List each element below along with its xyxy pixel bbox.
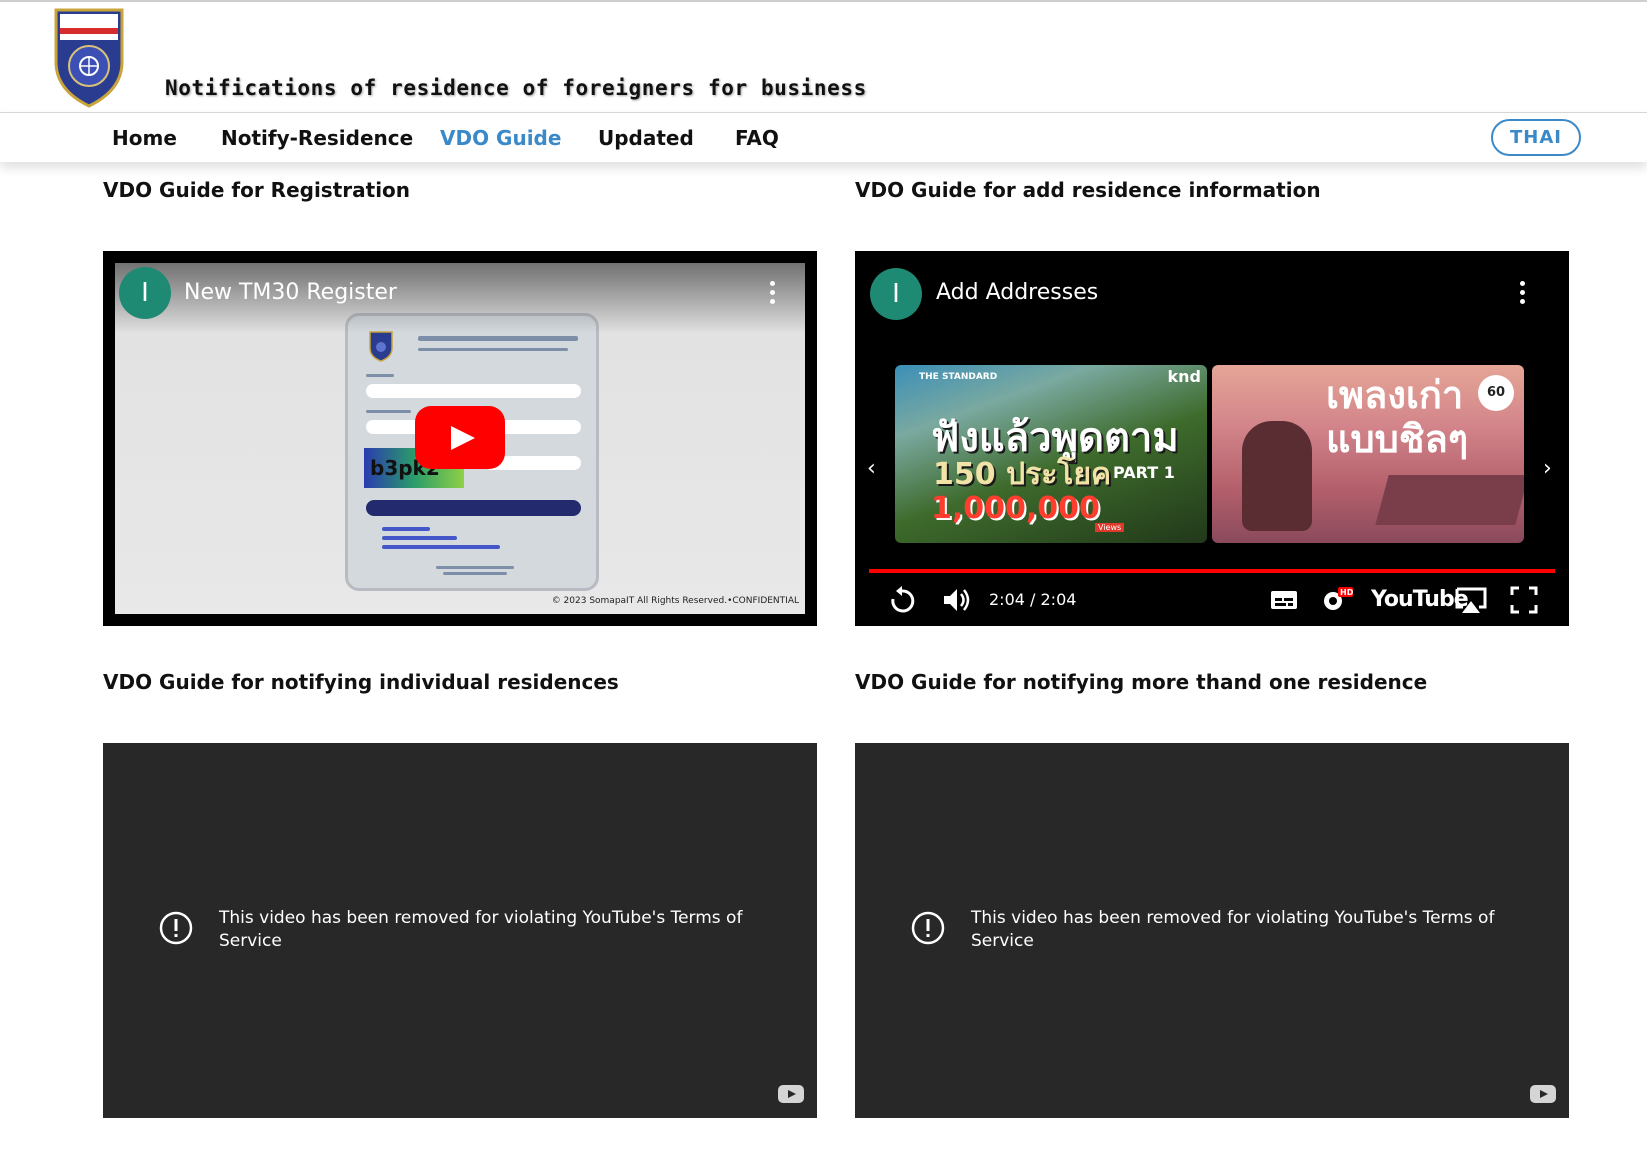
fullscreen-icon[interactable] xyxy=(1509,585,1539,615)
video-title[interactable]: New TM30 Register xyxy=(184,280,397,305)
svg-text:HD: HD xyxy=(1340,588,1354,597)
thumbnail-part: PART 1 xyxy=(1113,463,1175,482)
site-header: Notifications of residence of foreigners… xyxy=(0,0,1647,112)
settings-hd-icon[interactable]: HD xyxy=(1319,585,1355,615)
video-removed-message: This video has been removed for violatin… xyxy=(971,908,1495,951)
youtube-logo-icon[interactable] xyxy=(1530,1085,1556,1103)
video-copyright: © 2023 SomapaIT All Rights Reserved.•CON… xyxy=(551,596,799,606)
shield-icon xyxy=(369,331,393,362)
nav-updated[interactable]: Updated xyxy=(598,126,694,150)
volume-icon[interactable] xyxy=(941,585,973,615)
section-title-add-residence: VDO Guide for add residence information xyxy=(855,178,1321,202)
channel-avatar[interactable]: I xyxy=(119,267,171,319)
youtube-play-icon[interactable] xyxy=(415,406,505,469)
section-title-registration: VDO Guide for Registration xyxy=(103,178,411,202)
thumbnail-brand: THE STANDARD xyxy=(919,372,998,382)
progress-bar[interactable] xyxy=(869,569,1555,573)
alert-circle-icon xyxy=(911,911,945,945)
section-title-multiple-residences: VDO Guide for notifying more thand one r… xyxy=(855,670,1428,694)
video-title[interactable]: Add Addresses xyxy=(936,280,1098,305)
more-vert-icon[interactable] xyxy=(770,281,776,305)
chevron-right-icon[interactable]: › xyxy=(1543,456,1552,481)
alert-circle-icon xyxy=(159,911,193,945)
nav-vdo-guide[interactable]: VDO Guide xyxy=(440,126,561,150)
nav-notify-residence[interactable]: Notify-Residence xyxy=(221,126,413,150)
section-title-individual-residences: VDO Guide for notifying individual resid… xyxy=(103,670,619,694)
police-badge-logo xyxy=(54,8,124,108)
more-vert-icon[interactable] xyxy=(1520,281,1526,305)
related-video-thumbnail[interactable]: THE STANDARD knd ฟังแล้วพูดตาม 150 ประโย… xyxy=(895,365,1207,543)
thumbnail-title: เพลงเก่า แบบชิลๆ xyxy=(1326,373,1469,461)
main-nav: Home Notify-Residence VDO Guide Updated … xyxy=(0,112,1647,162)
subtitles-icon[interactable] xyxy=(1269,585,1299,615)
youtube-logo-icon[interactable] xyxy=(778,1085,804,1103)
channel-avatar[interactable]: I xyxy=(870,268,922,320)
thumbnail-views-label: Views xyxy=(1095,523,1125,532)
video-player-registration[interactable]: b3pk2 I New TM30 Register © 2023 SomapaI… xyxy=(103,251,817,626)
thumbnail-channel: knd xyxy=(1167,367,1201,386)
video-time: 2:04 / 2:04 xyxy=(989,590,1077,609)
nav-home[interactable]: Home xyxy=(112,126,177,150)
thumbnail-views: 1,000,000 xyxy=(931,491,1100,526)
site-title: Notifications of residence of foreigners… xyxy=(165,76,867,100)
video-removed-message: This video has been removed for violatin… xyxy=(219,908,743,951)
video-player-add-residence[interactable]: I Add Addresses ‹ THE STANDARD knd ฟังแล… xyxy=(855,251,1569,626)
chevron-left-icon[interactable]: ‹ xyxy=(867,456,876,481)
replay-icon[interactable] xyxy=(887,585,917,615)
video-player-individual-residences[interactable]: This video has been removed for violatin… xyxy=(103,743,817,1118)
related-video-thumbnail[interactable]: เพลงเก่า แบบชิลๆ 60 xyxy=(1212,365,1524,543)
language-toggle-button[interactable]: THAI xyxy=(1491,119,1581,156)
thumbnail-badge: 60 xyxy=(1478,375,1514,411)
video-player-multiple-residences[interactable]: This video has been removed for violatin… xyxy=(855,743,1569,1118)
airplay-icon[interactable] xyxy=(1453,585,1489,615)
nav-faq[interactable]: FAQ xyxy=(735,126,779,150)
